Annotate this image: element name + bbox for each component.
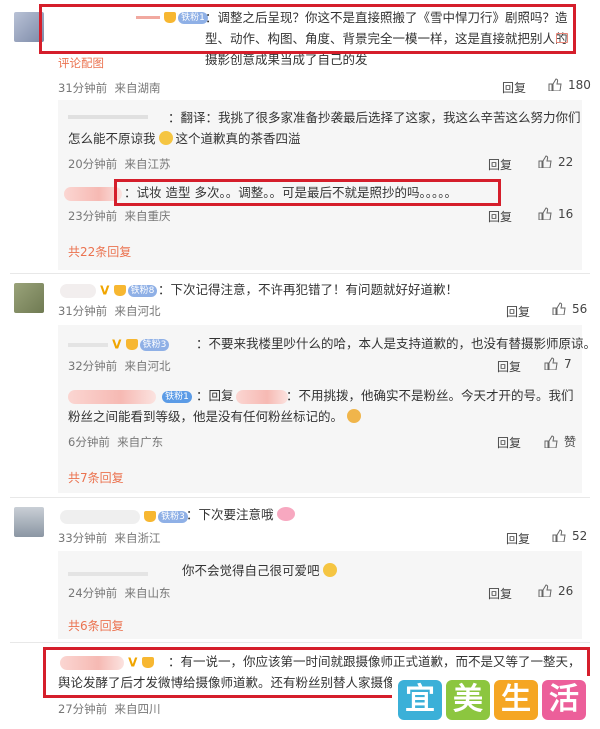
thumbs-up-icon xyxy=(552,529,566,542)
crown-icon xyxy=(113,285,126,296)
reply-button[interactable]: 回复 xyxy=(506,303,530,320)
more-replies-link[interactable]: 共7条回复 xyxy=(68,469,124,486)
reply-username[interactable] xyxy=(68,566,148,581)
reply-button[interactable]: 回复 xyxy=(488,156,512,173)
fan-badge: 铁粉8 xyxy=(127,284,158,297)
reply-text: ：翻译：我挑了很多家准备抄袭最后选择了这家，我这么辛苦这么努力你们怎么能不原谅我… xyxy=(68,110,581,146)
like-button[interactable]: 22 xyxy=(538,155,573,169)
thumbs-up-icon xyxy=(548,78,562,91)
reply-meta: 24分钟前 来自山东 xyxy=(68,586,171,600)
highlight-box xyxy=(114,179,501,206)
reply-button[interactable]: 回复 xyxy=(488,585,512,602)
divider xyxy=(10,497,590,498)
thumbs-up-icon xyxy=(538,155,552,168)
more-replies-link[interactable]: 共6条回复 xyxy=(68,617,124,634)
thumbs-up-icon xyxy=(538,207,552,220)
comment-text: ：下次要注意哦 xyxy=(186,504,295,525)
fan-badge: 铁粉3 xyxy=(158,510,188,523)
username[interactable]: 铁粉3 xyxy=(60,509,188,524)
reply-button[interactable]: 回复 xyxy=(488,208,512,225)
strong-arm-emoji-icon xyxy=(347,409,362,423)
avatar[interactable] xyxy=(14,283,44,313)
comment-meta: 31分钟前 来自湖南 xyxy=(58,81,161,95)
username[interactable]: V 铁粉8 xyxy=(60,283,158,298)
divider xyxy=(10,273,590,274)
thumbs-up-icon xyxy=(544,357,558,370)
reply-username[interactable]: V 铁粉3 xyxy=(68,337,170,352)
like-button[interactable]: 180 xyxy=(548,78,591,92)
reply-button[interactable]: 回复 xyxy=(502,79,526,96)
verified-icon: V xyxy=(112,337,122,352)
divider xyxy=(10,642,590,643)
highlight-box xyxy=(39,4,576,54)
reply-meta: 20分钟前 来自江苏 xyxy=(68,157,171,171)
thumbs-up-icon xyxy=(544,435,558,448)
logo-char: 活 xyxy=(542,680,586,720)
crying-emoji-icon xyxy=(158,131,173,145)
watermark-logo: 宜 美 生 活 xyxy=(392,676,594,724)
reply-text: 你不会觉得自己很可爱吧 xyxy=(182,560,337,581)
reply-meta: 6分钟前 来自广东 xyxy=(68,435,164,449)
like-button[interactable]: 7 xyxy=(544,357,572,371)
avatar[interactable] xyxy=(14,507,44,537)
thumbs-up-icon xyxy=(552,302,566,315)
logo-char: 宜 xyxy=(398,680,442,720)
reply-button[interactable]: 回复 xyxy=(506,530,530,547)
comment-meta: 27分钟前 来自四川 xyxy=(58,702,161,716)
reply-meta: 32分钟前 来自河北 xyxy=(68,359,171,373)
comment-meta: 31分钟前 来自河北 xyxy=(58,304,161,318)
smile-emoji-icon xyxy=(322,563,337,577)
comment-text: ：下次记得注意，不许再犯错了！有问题就好好道歉！ xyxy=(158,282,459,297)
like-button[interactable]: 26 xyxy=(538,584,573,598)
crown-icon xyxy=(125,339,138,350)
comment-meta: 33分钟前 来自浙江 xyxy=(58,531,161,545)
fan-badge: 铁粉3 xyxy=(139,338,170,351)
like-button[interactable]: 56 xyxy=(552,302,587,316)
reply-meta: 23分钟前 来自重庆 xyxy=(68,209,171,223)
comment-image-link[interactable]: 评论配图 xyxy=(58,55,104,71)
thumbs-up-icon xyxy=(538,584,552,597)
like-button[interactable]: 赞 xyxy=(544,433,576,450)
logo-char: 美 xyxy=(446,680,490,720)
reply-text: ：不用挑拨，他确实不是粉丝。今天才开的号。我们粉丝之间能看到等级，他是没有任何粉… xyxy=(68,388,574,424)
crown-icon xyxy=(144,511,157,522)
more-replies-link[interactable]: 共22条回复 xyxy=(68,243,131,260)
like-button[interactable]: 16 xyxy=(538,207,573,221)
like-button[interactable]: 52 xyxy=(552,529,587,543)
logo-char: 生 xyxy=(494,680,538,720)
verified-icon: V xyxy=(100,283,110,298)
reply-text: ：不要来我楼里吵什么的哈，本人是支持道歉的，也没有替摄影师原谅。 xyxy=(196,336,597,351)
reply-button[interactable]: 回复 xyxy=(497,358,521,375)
reply-button[interactable]: 回复 xyxy=(497,434,521,451)
pig-emoji-icon xyxy=(276,507,295,521)
